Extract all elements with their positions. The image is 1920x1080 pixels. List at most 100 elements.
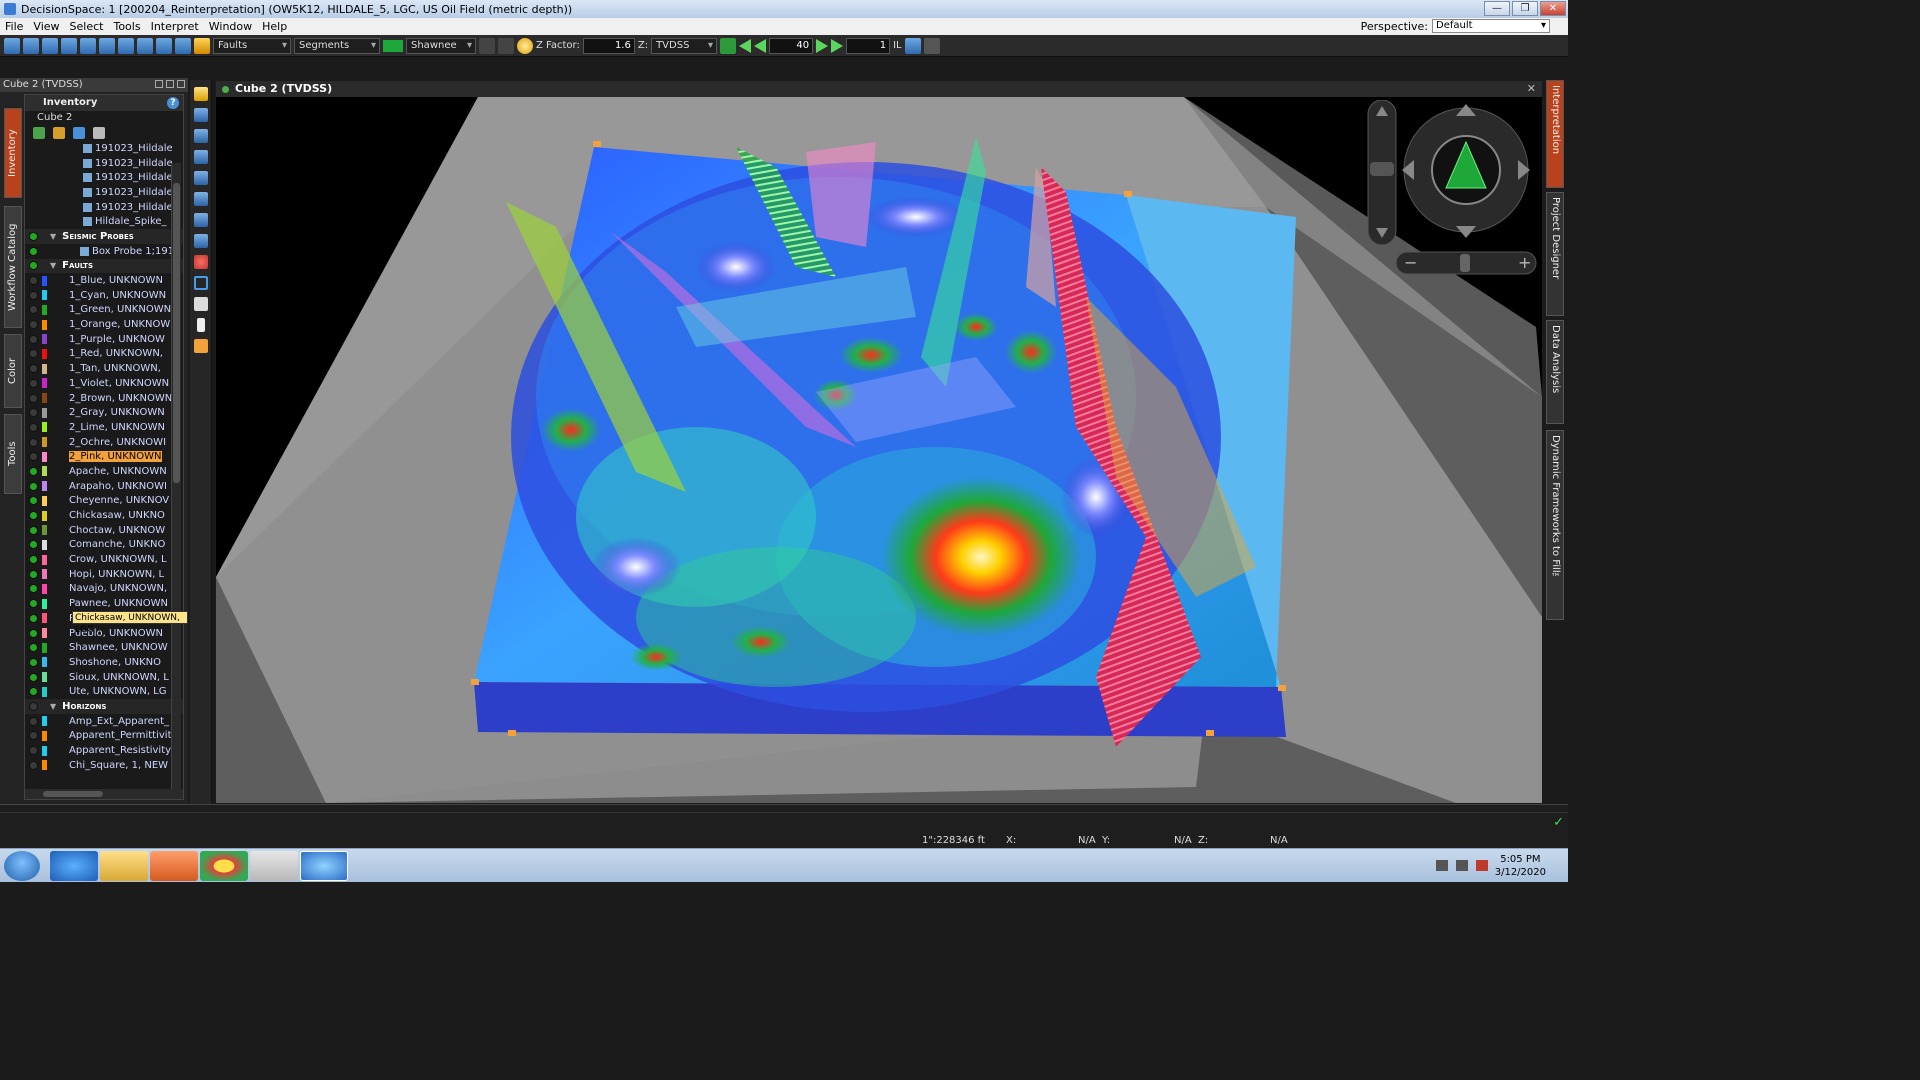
menu-select[interactable]: Select: [65, 20, 109, 33]
visibility-toggle[interactable]: [29, 246, 38, 256]
mode-select[interactable]: Segments: [294, 37, 380, 54]
panel-splitter[interactable]: [0, 804, 1568, 812]
zoom-box-icon[interactable]: [193, 108, 208, 122]
visibility-toggle[interactable]: [29, 334, 38, 344]
tab-workflow-catalog[interactable]: Workflow Catalog: [4, 206, 22, 328]
palette-icon[interactable]: [193, 255, 208, 269]
seismic-3d-scene[interactable]: [216, 97, 1542, 803]
home-view-icon[interactable]: [193, 171, 208, 185]
cube-icon[interactable]: [156, 37, 172, 54]
fault-item[interactable]: Navajo, UNKNOWN,: [25, 582, 183, 597]
volume-item[interactable]: 191023_Hildale: [25, 185, 183, 200]
visibility-toggle[interactable]: [29, 364, 38, 374]
tab-interpretation[interactable]: Interpretation: [1546, 80, 1564, 188]
section-horizons[interactable]: ▼ Horizons: [25, 699, 183, 714]
visibility-toggle[interactable]: [29, 731, 38, 741]
visibility-toggle[interactable]: [29, 378, 38, 388]
sun-icon[interactable]: [517, 37, 533, 54]
start-button[interactable]: [4, 851, 40, 881]
minimize-button[interactable]: —: [1484, 1, 1510, 16]
open-session-icon[interactable]: [23, 37, 39, 54]
compass-icon[interactable]: − +: [1360, 99, 1540, 280]
maximize-panel-icon[interactable]: [177, 80, 185, 88]
frame-icon[interactable]: [193, 276, 208, 290]
minimize-panel-icon[interactable]: [166, 80, 174, 88]
visibility-toggle[interactable]: [29, 305, 38, 315]
pointer-icon[interactable]: [196, 318, 205, 332]
box-corner-handle[interactable]: [508, 730, 516, 736]
cube-root[interactable]: Cube 2: [25, 111, 183, 125]
chrome-icon[interactable]: [200, 851, 248, 881]
fault-item[interactable]: Ute, UNKNOWN, LG: [25, 684, 183, 699]
fault-item[interactable]: Shawnee, UNKNOW: [25, 640, 183, 655]
visibility-toggle[interactable]: [29, 672, 38, 682]
visibility-toggle[interactable]: [29, 613, 38, 623]
volume-item[interactable]: 191023_Hildale: [25, 141, 183, 156]
menu-help[interactable]: Help: [257, 20, 292, 33]
visibility-toggle[interactable]: [29, 511, 38, 521]
visibility-toggle[interactable]: [29, 584, 38, 594]
section-faults[interactable]: ▼ Faults: [25, 258, 183, 274]
z-domain-select[interactable]: TVDSS: [651, 37, 718, 54]
next-slice-icon[interactable]: [816, 38, 829, 53]
visibility-toggle[interactable]: [29, 760, 38, 770]
probe-item[interactable]: Box Probe 1;191(: [25, 244, 183, 259]
paint-icon[interactable]: [250, 851, 298, 881]
redo-icon[interactable]: [498, 37, 514, 54]
menu-tools[interactable]: Tools: [108, 20, 145, 33]
fault-item[interactable]: 2_Brown, UNKNOWN: [25, 391, 183, 406]
volume-item[interactable]: 191023_Hildale: [25, 170, 183, 185]
visibility-toggle[interactable]: [29, 231, 38, 241]
horizon-item[interactable]: Apparent_Permittivit: [25, 729, 183, 744]
fault-item[interactable]: 2_Ochre, UNKNOWI: [25, 435, 183, 450]
grid-icon[interactable]: [73, 127, 85, 139]
expand-icon[interactable]: ▼: [50, 261, 56, 270]
visibility-toggle[interactable]: [29, 540, 38, 550]
visibility-toggle[interactable]: [29, 569, 38, 579]
fault-item[interactable]: 1_Tan, UNKNOWN,: [25, 361, 183, 376]
fault-item[interactable]: 1_Cyan, UNKNOWN: [25, 288, 183, 303]
fault-item[interactable]: 1_Orange, UNKNOW: [25, 317, 183, 332]
tab-project-designer[interactable]: Project Designer: [1546, 192, 1564, 316]
object-type-select[interactable]: Faults: [213, 37, 291, 54]
visibility-toggle[interactable]: [29, 320, 38, 330]
expand-icon[interactable]: ▼: [50, 232, 56, 241]
visibility-toggle[interactable]: [29, 466, 38, 476]
fault-item[interactable]: Pueblo, UNKNOWN: [25, 626, 183, 641]
box-corner-handle[interactable]: [1278, 685, 1286, 691]
fault-item[interactable]: Cheyenne, UNKNOV: [25, 494, 183, 509]
new-session-icon[interactable]: [4, 37, 20, 54]
step-input[interactable]: 1: [846, 37, 891, 54]
fault-item[interactable]: 1_Green, UNKNOWN: [25, 303, 183, 318]
camera-icon[interactable]: [175, 37, 191, 54]
first-slice-icon[interactable]: [739, 38, 752, 53]
fault-item[interactable]: 2_Lime, UNKNOWN: [25, 420, 183, 435]
visibility-toggle[interactable]: [29, 701, 38, 711]
inventory-hscroll[interactable]: [25, 789, 183, 799]
media-player-icon[interactable]: [150, 851, 198, 881]
fault-item[interactable]: Pawnee, UNKNOWN: [25, 596, 183, 611]
fault-item[interactable]: 2_Gray, UNKNOWN: [25, 405, 183, 420]
map-view-icon[interactable]: [193, 192, 208, 206]
fault-item[interactable]: Crow, UNKNOWN, L: [25, 552, 183, 567]
clock[interactable]: 5:05 PM 3/12/2020: [1495, 853, 1546, 879]
flag-icon[interactable]: [1476, 860, 1488, 871]
filter-icon[interactable]: [53, 127, 65, 139]
visibility-toggle[interactable]: [29, 349, 38, 359]
help-icon[interactable]: ?: [167, 97, 179, 109]
fault-item[interactable]: Hopi, UNKNOWN, L: [25, 567, 183, 582]
tab-data-analysis[interactable]: Data Analysis: [1546, 320, 1564, 424]
file-explorer-icon[interactable]: [100, 851, 148, 881]
fault-item[interactable]: Sioux, UNKNOWN, L: [25, 670, 183, 685]
fault-item[interactable]: 1_Violet, UNKNOWN: [25, 376, 183, 391]
visibility-toggle[interactable]: [29, 290, 38, 300]
visibility-toggle[interactable]: [29, 496, 38, 506]
visibility-toggle[interactable]: [29, 525, 38, 535]
decisionspace-taskbar-icon[interactable]: [300, 851, 348, 881]
menu-window[interactable]: Window: [204, 20, 257, 33]
box-corner-handle[interactable]: [1124, 191, 1132, 197]
visibility-toggle[interactable]: [29, 437, 38, 447]
visibility-toggle[interactable]: [29, 261, 38, 271]
slice-input[interactable]: 40: [769, 37, 814, 54]
pencil-icon[interactable]: [194, 37, 210, 54]
